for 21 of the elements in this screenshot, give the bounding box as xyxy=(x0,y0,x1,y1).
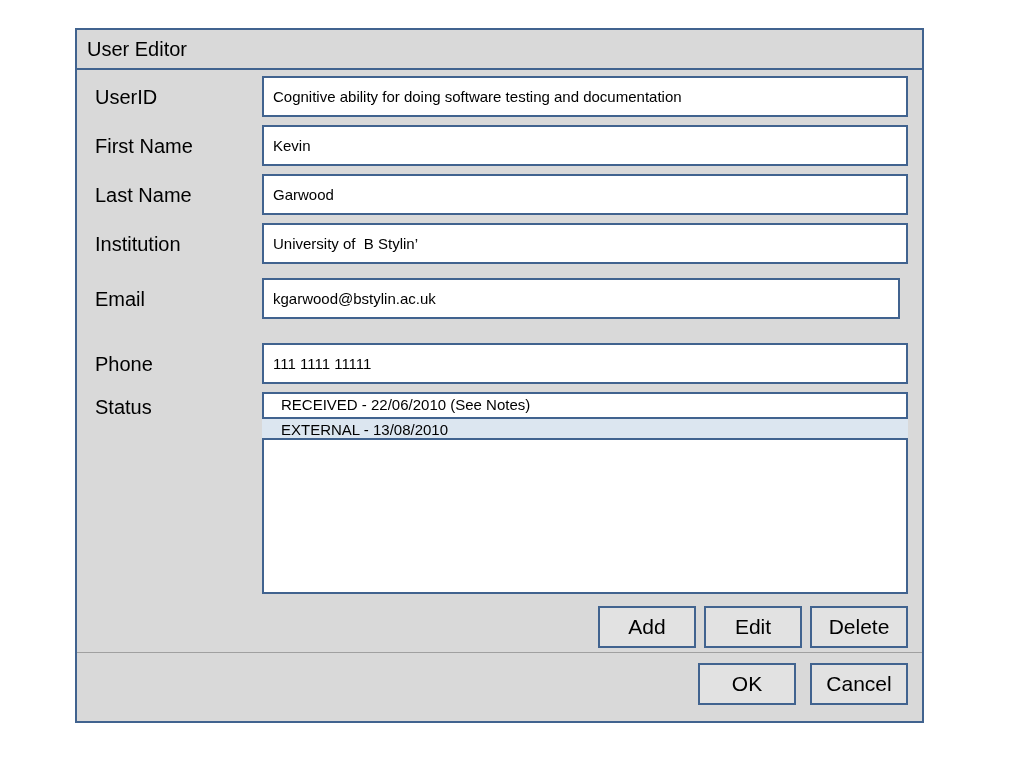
dialog-button[interactable]: OK xyxy=(698,663,796,705)
field-label: UserID xyxy=(94,85,159,110)
field-label: Institution xyxy=(94,232,182,257)
text-field[interactable]: Garwood xyxy=(262,174,908,215)
field-label: Phone xyxy=(94,352,154,377)
window-title: User Editor xyxy=(87,37,188,62)
text-field[interactable]: Kevin xyxy=(262,125,908,166)
field-label: First Name xyxy=(94,134,194,159)
text-field[interactable]: University of B Stylin’ xyxy=(262,223,908,264)
text-field[interactable]: 111 1111 11111 xyxy=(262,343,908,384)
dialog-button[interactable]: Cancel xyxy=(810,663,908,705)
list-action-button[interactable]: Edit xyxy=(704,606,802,648)
list-action-button[interactable]: Delete xyxy=(810,606,908,648)
status-list[interactable]: RECEIVED - 22/06/2010 (See Notes) EXTERNAL - 13/08/2010 xyxy=(262,392,908,594)
field-label: Email xyxy=(94,287,146,312)
list-item[interactable]: EXTERNAL - 13/08/2010 xyxy=(262,417,908,440)
text-field[interactable]: kgarwood@bstylin.ac.uk xyxy=(262,278,900,319)
field-label: Status xyxy=(94,395,153,420)
text-field[interactable]: Cognitive ability for doing software testing and documentation xyxy=(262,76,908,117)
field-label: Last Name xyxy=(94,183,193,208)
list-action-button[interactable]: Add xyxy=(598,606,696,648)
